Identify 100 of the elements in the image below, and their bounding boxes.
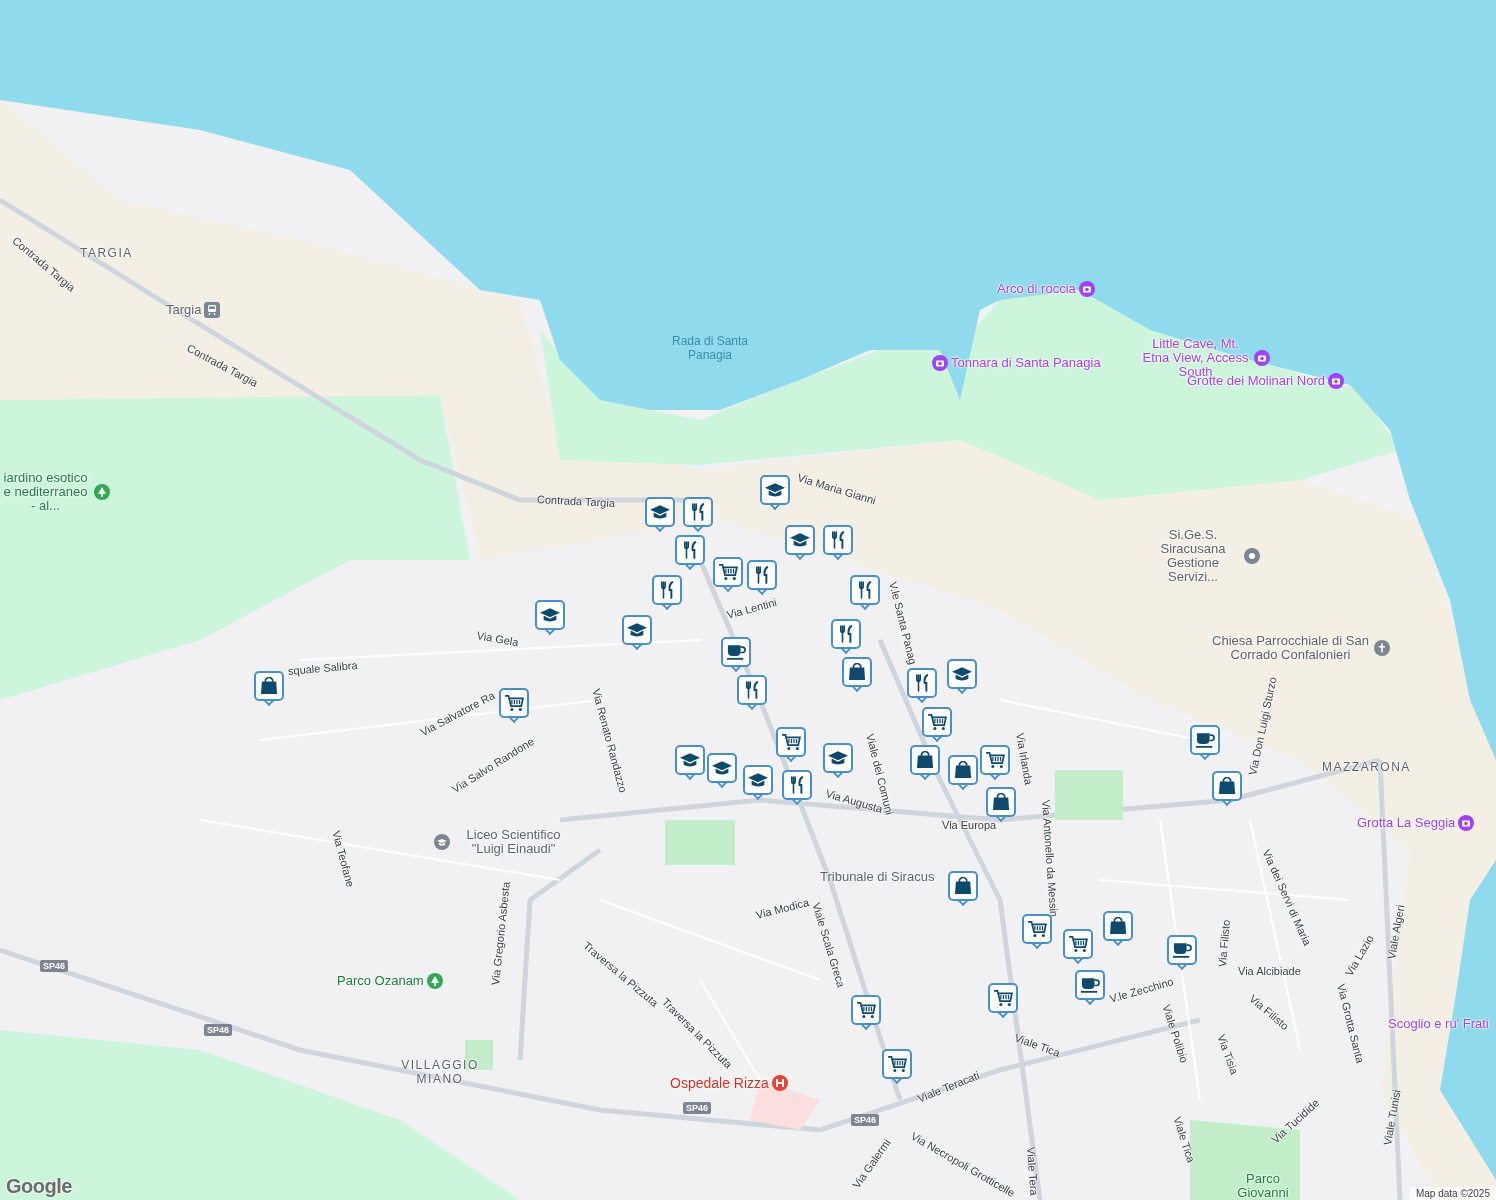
map-marker[interactable]	[831, 619, 861, 655]
map-marker[interactable]	[922, 707, 952, 743]
map-marker[interactable]	[988, 983, 1018, 1019]
shopping-cart-icon	[887, 1055, 907, 1073]
graduation-cap-icon	[650, 504, 670, 520]
street-label: Via Antonello da Messin	[1039, 799, 1062, 918]
camera-icon	[1078, 281, 1095, 297]
map-marker[interactable]	[707, 753, 737, 789]
map-marker[interactable]	[1103, 911, 1133, 947]
park-label: iardino esotico e nediterraneo - al...	[2, 471, 89, 513]
street-label: V.le Santa Panag	[886, 580, 921, 666]
district-label: TARGIA	[80, 246, 133, 260]
street-label: Via Alcibiade	[1238, 964, 1301, 978]
map-marker[interactable]	[254, 671, 284, 707]
hospital-label: Ospedale Rizza	[670, 1076, 769, 1090]
coffee-cup-icon	[1172, 942, 1192, 958]
map-marker[interactable]	[1075, 970, 1105, 1006]
map-marker[interactable]	[851, 995, 881, 1031]
street-label: Viale Tunisi	[1380, 1088, 1404, 1147]
shopping-cart-icon	[718, 563, 738, 581]
map-marker[interactable]	[980, 745, 1010, 781]
tree-icon	[94, 484, 110, 500]
street-label: Viale Polibio	[1159, 1002, 1192, 1065]
map-marker[interactable]	[760, 475, 790, 511]
map-marker[interactable]	[499, 688, 529, 724]
street-label: squale Salibra	[287, 657, 359, 678]
street-label: Via Modica	[754, 895, 811, 922]
park-label: Parco Giovanni	[1236, 1172, 1290, 1200]
fork-knife-icon	[831, 531, 845, 549]
map-marker[interactable]	[948, 871, 978, 907]
map-marker[interactable]	[842, 657, 872, 693]
camera-icon	[1328, 373, 1344, 389]
street-label: Via dei Servi di Maria	[1259, 847, 1315, 948]
map-marker[interactable]	[948, 755, 978, 791]
map-marker[interactable]	[743, 765, 773, 801]
shopping-bag-icon	[848, 663, 866, 681]
map-marker[interactable]	[823, 743, 853, 779]
church-label: Chiesa Parrocchiale di San Corrado Confalonieri	[1211, 634, 1370, 662]
map-marker[interactable]	[782, 770, 812, 806]
shopping-cart-icon	[985, 751, 1005, 769]
map-marker[interactable]	[737, 675, 767, 711]
map-marker[interactable]	[535, 600, 565, 636]
street-label: Via Lentini	[725, 595, 779, 622]
street-label: Via Tisia	[1214, 1032, 1242, 1077]
camera-icon	[1458, 815, 1475, 831]
map-marker[interactable]	[1063, 929, 1093, 965]
district-label: MAZZARONA	[1322, 760, 1411, 774]
map-marker[interactable]	[947, 659, 977, 695]
map-marker[interactable]	[721, 637, 751, 673]
map-marker[interactable]	[776, 727, 806, 763]
map-marker[interactable]	[907, 668, 937, 704]
graduation-cap-icon	[790, 532, 810, 548]
map-marker[interactable]	[713, 557, 743, 593]
map-marker[interactable]	[645, 497, 675, 533]
road-shield: SP46	[683, 1102, 712, 1114]
graduation-cap-icon	[680, 752, 700, 768]
fork-knife-icon	[660, 581, 674, 599]
graduation-cap-icon	[765, 482, 785, 498]
map-marker[interactable]	[675, 535, 705, 571]
map-marker[interactable]	[683, 497, 713, 533]
street-label: V.le Zecchino	[1108, 974, 1176, 1005]
map-marker[interactable]	[785, 525, 815, 561]
map-marker[interactable]	[1167, 935, 1197, 971]
graduation-cap-icon	[952, 666, 972, 682]
map-marker[interactable]	[1190, 725, 1220, 761]
map-marker[interactable]	[823, 525, 853, 561]
map-marker[interactable]	[850, 575, 880, 611]
hospital-icon	[771, 1075, 788, 1091]
fork-knife-icon	[858, 581, 872, 599]
street-label: Via Renato Randazzo	[589, 687, 631, 794]
street-label: Via Filisto	[1215, 919, 1234, 968]
street-label: Via Maria Gianni	[795, 470, 878, 508]
school-label: Liceo Scientifico "Luigi Einaudi"	[465, 828, 562, 856]
street-label: Contrada Targia	[536, 492, 616, 511]
map-marker[interactable]	[675, 745, 705, 781]
camera-icon	[932, 355, 948, 371]
map-marker[interactable]	[1212, 771, 1242, 807]
shopping-cart-icon	[1027, 920, 1047, 938]
place-label: Si.Ge.S. Siracusana Gestione Servizi...	[1159, 528, 1227, 584]
map-marker[interactable]	[622, 615, 652, 651]
coffee-cup-icon	[1080, 977, 1100, 993]
fork-knife-icon	[839, 625, 853, 643]
street-label: Viale Tera	[1024, 1146, 1042, 1196]
fork-knife-icon	[745, 681, 759, 699]
water-label: Rada di Santa Panagia	[670, 334, 750, 362]
shopping-cart-icon	[504, 694, 524, 712]
street-label: Via Gregorio Asbesta	[488, 881, 513, 986]
map-marker[interactable]	[910, 745, 940, 781]
map-marker[interactable]	[986, 787, 1016, 823]
shopping-bag-icon	[260, 677, 278, 695]
map-marker[interactable]	[652, 575, 682, 611]
graduation-cap-icon	[828, 750, 848, 766]
street-label: Viale Tica	[1170, 1114, 1199, 1165]
attraction-label: Arco di roccia	[997, 282, 1076, 296]
shopping-cart-icon	[1068, 935, 1088, 953]
map-marker[interactable]	[747, 560, 777, 596]
fork-knife-icon	[915, 674, 929, 692]
graduation-cap-icon	[748, 772, 768, 788]
map-attribution: Map data ©2025	[1409, 1187, 1496, 1200]
map-marker[interactable]	[882, 1049, 912, 1085]
